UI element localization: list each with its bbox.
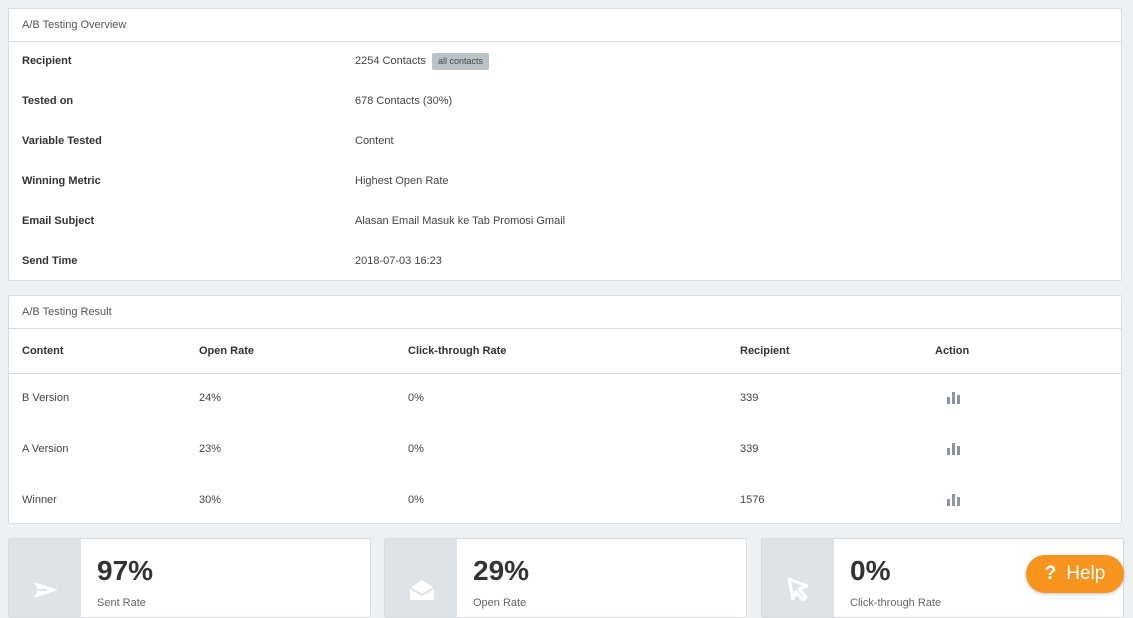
overview-value: Alasan Email Masuk ke Tab Promosi Gmail — [355, 215, 566, 227]
content-cell: A Version — [22, 443, 69, 455]
overview-row-recipient: Recipient 2254 Contacts all contacts — [9, 51, 1121, 71]
column-header-content: Content — [22, 345, 64, 357]
overview-value: Highest Open Rate — [355, 175, 449, 187]
overview-label: Recipient — [22, 55, 72, 67]
column-header-open-rate: Open Rate — [199, 345, 255, 357]
ab-testing-overview-panel: A/B Testing Overview Recipient 2254 Cont… — [8, 8, 1122, 281]
overview-label: Variable Tested — [22, 135, 102, 147]
result-table-header: Content Open Rate Click-through Rate Rec… — [9, 329, 1121, 374]
content-cell: B Version — [22, 392, 70, 404]
content-cell: Winner — [22, 494, 57, 506]
sent-rate-value: 97% — [97, 555, 154, 586]
ctr-cell: 0% — [408, 443, 424, 455]
table-row: Winner 30% 0% 1576 — [9, 490, 1121, 510]
stat-icon-box — [9, 539, 81, 617]
recipient-cell: 1576 — [740, 494, 765, 506]
stat-card-open-rate: 29% Open Rate — [384, 538, 747, 618]
overview-row-winning-metric: Winning Metric Highest Open Rate — [9, 171, 1121, 191]
recipient-cell: 339 — [740, 392, 759, 404]
question-mark-icon: ? — [1044, 563, 1057, 584]
ctr-cell: 0% — [408, 392, 424, 404]
ab-testing-result-panel: A/B Testing Result Content Open Rate Cli… — [8, 295, 1122, 524]
overview-label: Tested on — [22, 95, 74, 107]
bar-chart-icon[interactable] — [947, 443, 960, 455]
overview-label: Email Subject — [22, 215, 95, 227]
open-rate-cell: 30% — [199, 494, 222, 506]
ctr-cell: 0% — [408, 494, 424, 506]
column-header-recipient: Recipient — [740, 345, 790, 357]
overview-title: A/B Testing Overview — [9, 9, 1121, 42]
recipient-cell: 339 — [740, 443, 759, 455]
open-rate-cell: 24% — [199, 392, 222, 404]
click-through-rate-value: 0% — [850, 555, 891, 586]
stat-icon-box — [762, 539, 834, 617]
open-envelope-icon — [409, 580, 435, 600]
result-title: A/B Testing Result — [9, 296, 1121, 329]
overview-row-email-subject: Email Subject Alasan Email Masuk ke Tab … — [9, 211, 1121, 231]
paper-plane-icon — [34, 582, 58, 598]
open-rate-value: 29% — [473, 555, 530, 586]
overview-value: 2018-07-03 16:23 — [355, 255, 442, 267]
open-rate-cell: 23% — [199, 443, 222, 455]
overview-value: 2254 Contacts all contacts — [355, 51, 489, 71]
overview-row-tested-on: Tested on 678 Contacts (30%) — [9, 91, 1121, 111]
help-button[interactable]: ? Help — [1026, 555, 1124, 593]
bar-chart-icon[interactable] — [947, 494, 960, 506]
overview-row-send-time: Send Time 2018-07-03 16:23 — [9, 251, 1121, 271]
stat-card-sent-rate: 97% Sent Rate — [8, 538, 371, 618]
cursor-icon — [787, 577, 809, 601]
stat-icon-box — [385, 539, 457, 617]
help-label: Help — [1066, 563, 1106, 584]
overview-value: Content — [355, 135, 394, 147]
all-contacts-badge: all contacts — [431, 52, 489, 70]
overview-value: 678 Contacts (30%) — [355, 95, 453, 107]
table-row: A Version 23% 0% 339 — [9, 439, 1121, 459]
table-row: B Version 24% 0% 339 — [9, 388, 1121, 408]
overview-label: Winning Metric — [22, 175, 101, 187]
click-through-rate-label: Click-through Rate — [850, 597, 942, 609]
bar-chart-icon[interactable] — [947, 392, 960, 404]
overview-label: Send Time — [22, 255, 78, 267]
open-rate-label: Open Rate — [473, 597, 527, 609]
column-header-click-through-rate: Click-through Rate — [408, 345, 507, 357]
column-header-action: Action — [935, 345, 970, 357]
sent-rate-label: Sent Rate — [97, 597, 146, 609]
overview-row-variable-tested: Variable Tested Content — [9, 131, 1121, 151]
recipient-count: 2254 Contacts — [355, 55, 426, 67]
